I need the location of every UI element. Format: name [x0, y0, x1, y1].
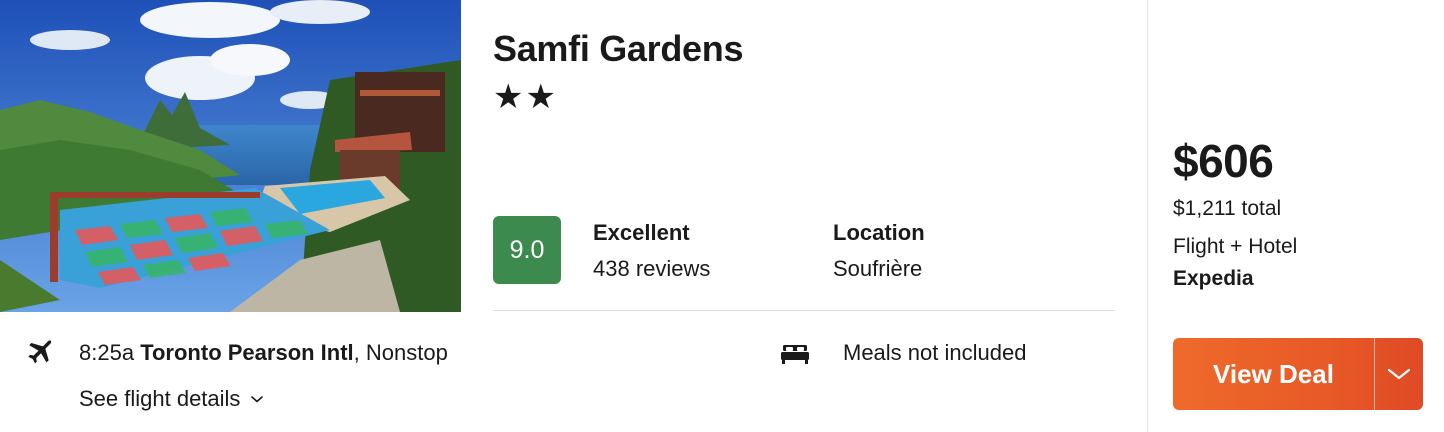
- flight-departure-time: 8:25a: [79, 340, 135, 365]
- hotel-photo[interactable]: [0, 0, 461, 312]
- review-count: 438 reviews: [593, 256, 711, 281]
- deal-card: Samfi Gardens ★★ 9.0 Excellent 438 revie…: [0, 0, 1444, 432]
- flight-summary: 8:25a Toronto Pearson Intl, Nonstop: [79, 340, 448, 366]
- section-divider: [493, 310, 1115, 311]
- price-column-divider: [1147, 0, 1148, 432]
- price-total: $1,211 total: [1173, 197, 1282, 220]
- bed-icon: [781, 345, 809, 364]
- provider-name: Expedia: [1173, 267, 1254, 290]
- meals-info: Meals not included: [843, 340, 1027, 365]
- chevron-down-icon: [1387, 368, 1411, 380]
- hotel-photo-image: [0, 0, 461, 312]
- view-deal-button-group: View Deal: [1173, 338, 1423, 410]
- more-deals-dropdown[interactable]: [1375, 338, 1423, 410]
- package-type: Flight + Hotel: [1173, 235, 1298, 258]
- see-flight-details-label: See flight details: [79, 386, 241, 411]
- hotel-name[interactable]: Samfi Gardens: [493, 28, 744, 70]
- hotel-star-rating: ★★: [493, 78, 558, 116]
- review-label: Excellent: [593, 220, 690, 245]
- flight-stops: , Nonstop: [353, 340, 448, 365]
- chevron-down-icon: [251, 396, 264, 403]
- plane-icon: [28, 340, 52, 364]
- review-score-badge: 9.0: [493, 216, 561, 284]
- see-flight-details-link[interactable]: See flight details: [79, 386, 264, 412]
- location-label: Location: [833, 220, 925, 245]
- flight-airport: Toronto Pearson Intl: [140, 340, 354, 365]
- location-value: Soufrière: [833, 256, 923, 281]
- price-per-person: $606: [1173, 135, 1274, 187]
- view-deal-button[interactable]: View Deal: [1173, 338, 1374, 410]
